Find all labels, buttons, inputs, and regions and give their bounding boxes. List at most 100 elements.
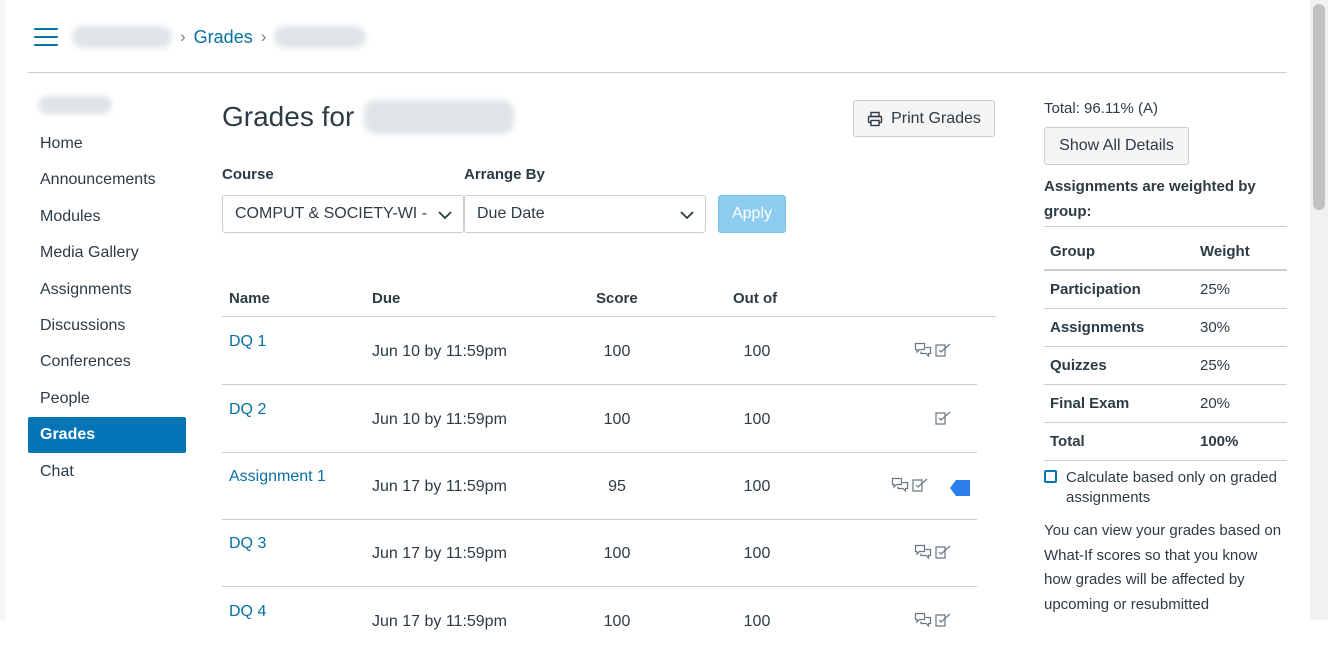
header-divider <box>28 72 1287 73</box>
assignment-link[interactable]: Assignment 1 <box>229 468 326 486</box>
chevron-down-icon <box>438 211 452 220</box>
due-date: Jun 10 by 11:59pm <box>372 411 507 428</box>
weight-value: 20% <box>1200 395 1231 412</box>
rubric-icon[interactable] <box>934 341 952 359</box>
breadcrumb-separator: › <box>180 27 186 46</box>
out-of: 100 <box>743 411 771 428</box>
column-header-score[interactable]: Score <box>596 290 638 307</box>
score: 100 <box>603 411 631 428</box>
nav-item-discussions[interactable]: Discussions <box>28 308 186 344</box>
out-of: 100 <box>743 478 771 495</box>
out-of: 100 <box>743 613 771 630</box>
flag-icon[interactable] <box>950 480 970 496</box>
arrange-by-value: Due Date <box>477 205 545 222</box>
column-header-name[interactable]: Name <box>229 290 270 307</box>
page-title-text: Grades for <box>222 101 355 132</box>
column-header-due[interactable]: Due <box>372 290 400 307</box>
table-row: DQ 1 Jun 10 by 11:59pm 100 100 <box>222 317 977 385</box>
weight-group: Assignments <box>1050 319 1145 336</box>
rubric-icon[interactable] <box>934 543 952 561</box>
weight-row: Participation 25% <box>1044 271 1287 309</box>
nav-item-grades[interactable]: Grades <box>28 417 186 454</box>
breadcrumb: › Grades › <box>72 22 367 52</box>
course-label: Course <box>222 166 274 183</box>
column-header-out-of[interactable]: Out of <box>733 290 777 307</box>
apply-button[interactable]: Apply <box>718 195 786 233</box>
course-select-value: COMPUT & SOCIETY-WI - <box>235 205 428 222</box>
weight-row: Final Exam 20% <box>1044 385 1287 423</box>
weight-value: 100% <box>1200 433 1239 450</box>
weights-header-row: Group Weight <box>1044 227 1287 271</box>
weighted-note: Assignments are weighted by group: <box>1044 178 1256 220</box>
show-all-details-button[interactable]: Show All Details <box>1044 127 1189 165</box>
breadcrumb-grades[interactable]: Grades <box>194 27 253 48</box>
assignment-link[interactable]: DQ 1 <box>229 333 266 351</box>
weight-row: Quizzes 25% <box>1044 347 1287 385</box>
weight-group: Quizzes <box>1050 357 1107 374</box>
what-if-note: You can view your grades based on What-I… <box>1044 522 1282 613</box>
print-grades-button[interactable]: Print Grades <box>853 100 995 137</box>
course-nav: Home Announcements Modules Media Gallery… <box>28 126 186 490</box>
weights-header-weight: Weight <box>1200 243 1250 260</box>
arrange-by-label: Arrange By <box>464 166 545 183</box>
nav-item-conferences[interactable]: Conferences <box>28 344 186 380</box>
table-row: DQ 3 Jun 17 by 11:59pm 100 100 <box>222 519 977 587</box>
weight-group: Total <box>1050 433 1085 450</box>
grades-table-header: Name Due Score Out of <box>222 288 996 317</box>
printer-icon <box>867 111 883 126</box>
calculate-graded-only-label[interactable]: Calculate based only on graded assignmen… <box>1066 468 1290 508</box>
rubric-icon[interactable] <box>934 611 952 629</box>
assignment-link[interactable]: DQ 3 <box>229 535 266 553</box>
scrollbar-thumb[interactable] <box>1313 4 1325 210</box>
nav-item-announcements[interactable]: Announcements <box>28 162 186 198</box>
student-name-redacted <box>364 100 515 134</box>
due-date: Jun 17 by 11:59pm <box>372 478 507 495</box>
score: 100 <box>603 343 631 360</box>
due-date: Jun 17 by 11:59pm <box>372 545 507 562</box>
table-row: DQ 4 Jun 17 by 11:59pm 100 100 <box>222 587 977 654</box>
nav-item-people[interactable]: People <box>28 381 186 417</box>
rubric-icon[interactable] <box>934 409 952 427</box>
course-select[interactable]: COMPUT & SOCIETY-WI - <box>222 195 464 233</box>
assignment-link[interactable]: DQ 2 <box>229 401 266 419</box>
course-name-redacted <box>38 96 112 114</box>
nav-item-modules[interactable]: Modules <box>28 199 186 235</box>
assignment-link[interactable]: DQ 4 <box>229 603 266 621</box>
arrange-by-select[interactable]: Due Date <box>464 195 706 233</box>
page-title: Grades for <box>222 100 515 134</box>
chevron-down-icon <box>680 211 694 220</box>
comments-icon[interactable] <box>914 543 932 561</box>
comments-icon[interactable] <box>914 341 932 359</box>
print-grades-label: Print Grades <box>891 109 981 127</box>
nav-item-home[interactable]: Home <box>28 126 186 162</box>
hamburger-menu-icon[interactable] <box>34 28 58 46</box>
breadcrumb-separator: › <box>260 27 267 46</box>
breadcrumb-course-redacted[interactable] <box>72 26 172 48</box>
nav-item-media-gallery[interactable]: Media Gallery <box>28 235 186 271</box>
weight-value: 25% <box>1200 281 1231 298</box>
nav-item-chat[interactable]: Chat <box>28 454 186 490</box>
rubric-icon[interactable] <box>911 476 929 494</box>
weight-value: 30% <box>1200 319 1231 336</box>
weights-table: Group Weight Participation 25% Assignmen… <box>1044 226 1287 461</box>
weights-header-group: Group <box>1050 243 1095 260</box>
weight-group: Participation <box>1050 281 1141 298</box>
weight-value: 25% <box>1200 357 1231 374</box>
score: 95 <box>608 478 626 495</box>
weight-row: Assignments 30% <box>1044 309 1287 347</box>
comments-icon[interactable] <box>891 476 909 494</box>
out-of: 100 <box>743 545 771 562</box>
page-edge <box>0 0 6 620</box>
weight-total-row: Total 100% <box>1044 423 1287 461</box>
due-date: Jun 10 by 11:59pm <box>372 343 507 360</box>
out-of: 100 <box>743 343 771 360</box>
nav-item-assignments[interactable]: Assignments <box>28 272 186 308</box>
weight-group: Final Exam <box>1050 395 1130 412</box>
due-date: Jun 17 by 11:59pm <box>372 613 507 630</box>
comments-icon[interactable] <box>914 611 932 629</box>
table-row: Assignment 1 Jun 17 by 11:59pm 95 100 <box>222 452 977 520</box>
score: 100 <box>603 613 631 630</box>
breadcrumb-student-redacted <box>274 26 367 48</box>
calculate-graded-only-checkbox[interactable] <box>1044 470 1057 483</box>
scrollbar[interactable] <box>1310 0 1328 620</box>
